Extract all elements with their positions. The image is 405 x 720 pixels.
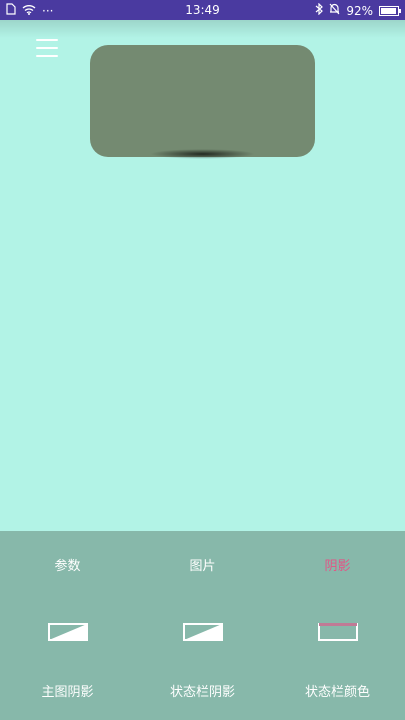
mute-bell-icon (329, 3, 340, 18)
tab-image[interactable]: 图片 (135, 555, 270, 574)
menu-icon[interactable] (36, 36, 60, 60)
statusbar-shadow-button[interactable] (135, 623, 270, 641)
bottom-panel: 参数 图片 阴影 主图阴影 状态栏阴影 状态栏颜色 (0, 531, 405, 720)
statusbar-color-label: 状态栏颜色 (304, 685, 370, 700)
preview-card-shadow (150, 149, 255, 159)
main-shadow-label: 主图阴影 (41, 685, 94, 700)
battery-percent: 92% (346, 3, 373, 18)
tab-params[interactable]: 参数 (0, 555, 135, 574)
battery-icon (379, 5, 401, 16)
main-shadow-button[interactable] (0, 623, 135, 641)
status-bar: ··· 13:49 92% (0, 0, 405, 20)
main-shadow-icon (0, 623, 135, 641)
statusbar-color-icon (270, 623, 405, 641)
statusbar-shadow-label: 状态栏阴影 (169, 685, 235, 700)
tab-shadow[interactable]: 阴影 (270, 555, 405, 574)
statusbar-color-button[interactable] (270, 623, 405, 641)
statusbar-shadow-icon (135, 623, 270, 641)
status-bar-shadow (0, 20, 405, 38)
bluetooth-icon (315, 2, 324, 18)
status-right-icons: 92% (315, 2, 401, 18)
preview-card (90, 45, 315, 157)
